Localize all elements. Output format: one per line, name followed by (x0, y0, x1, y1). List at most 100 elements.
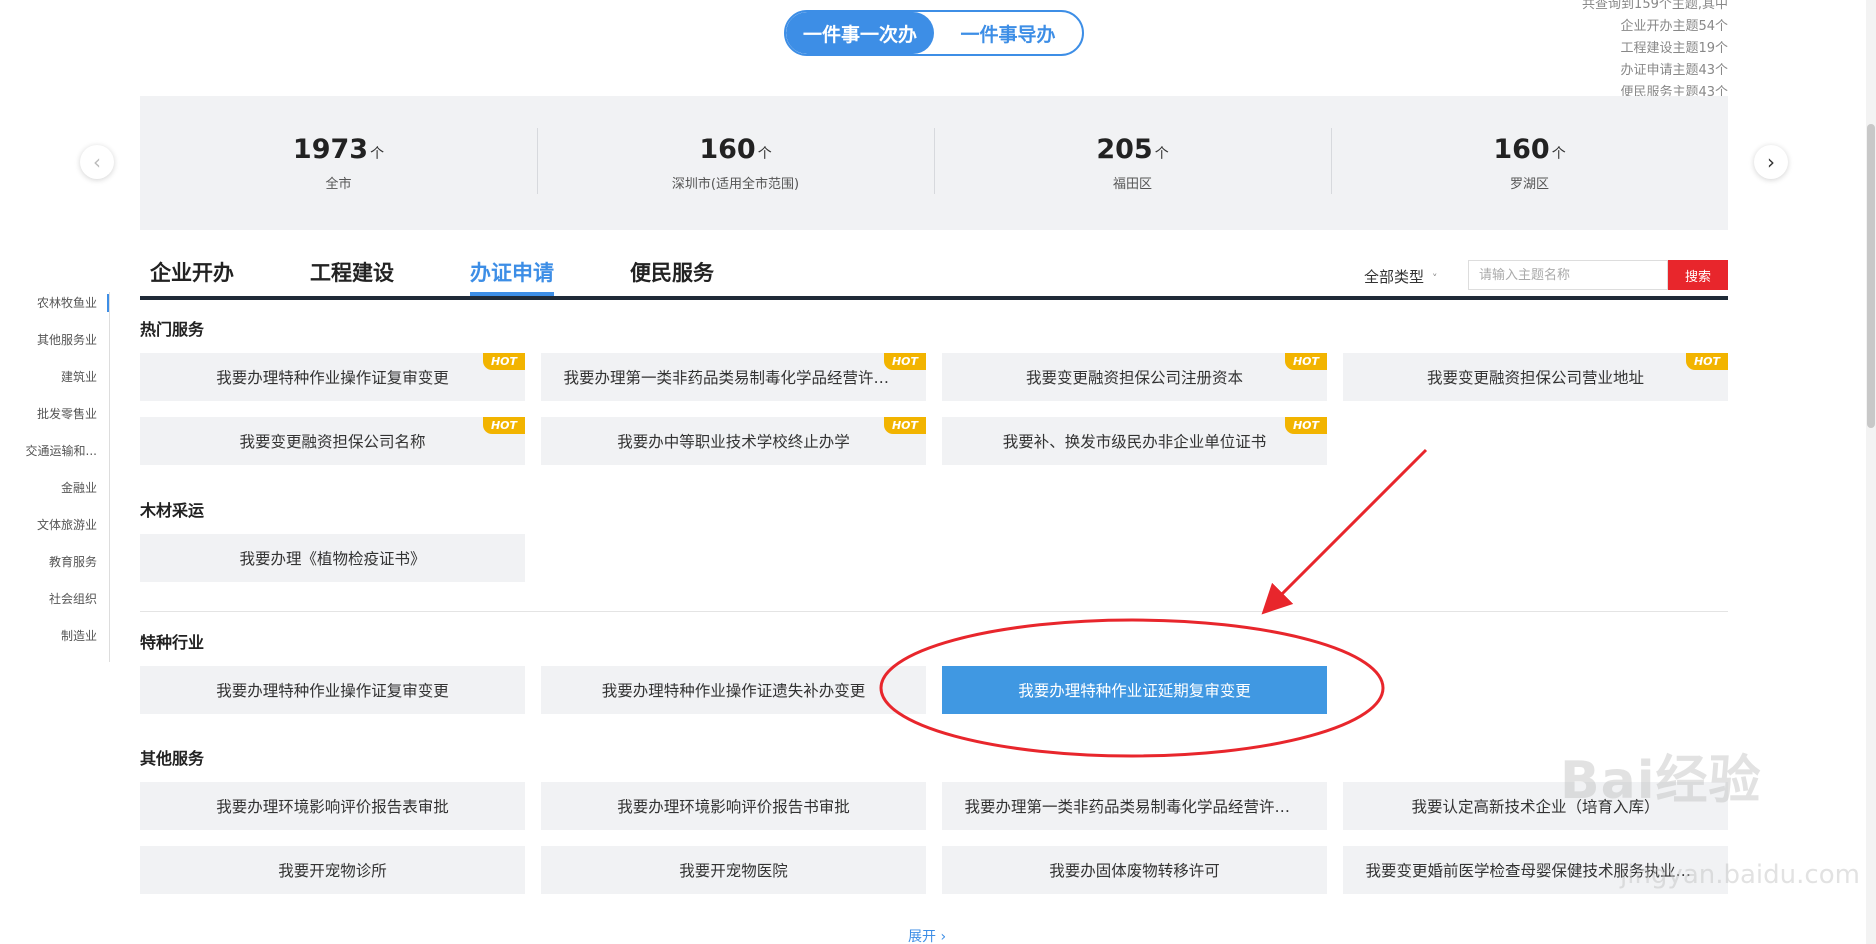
service-card-selected[interactable]: 我要办理特种作业证延期复审变更 (942, 666, 1327, 714)
toggle-guided[interactable]: 一件事导办 (934, 12, 1082, 54)
hot-badge: HOT (482, 417, 525, 434)
sidebar-item[interactable]: 其他服务业 (0, 329, 109, 366)
stat-label: 福田区 (1112, 177, 1152, 192)
service-card[interactable]: 我要开宠物诊所 (140, 846, 525, 894)
section-title-special: 特种行业 (140, 633, 205, 652)
stat-count: 205 (1096, 134, 1153, 165)
card-label: 我要办中等职业技术学校终止办学 (617, 433, 850, 451)
sidebar-item[interactable]: 批发零售业 (0, 403, 109, 440)
service-card[interactable]: 我要办理《植物检疫证书》 (140, 534, 525, 582)
service-card[interactable]: 我要办固体废物转移许可 (942, 846, 1327, 894)
stat-unit: 个 (1551, 146, 1566, 162)
summary-line: 企业开办主题54个 (1620, 19, 1728, 34)
service-card[interactable]: 我要开宠物医院 (541, 846, 926, 894)
stat-item[interactable]: 205 个 福田区 (934, 128, 1331, 194)
search-button[interactable]: 搜索 (1668, 260, 1728, 290)
summary-line: 办证申请主题43个 (1620, 63, 1728, 78)
card-label: 我要办理环境影响评价报告书审批 (617, 798, 850, 816)
industry-sidebar: 农林牧鱼业 其他服务业 建筑业 批发零售业 交通运输和... 金融业 文体旅游业… (0, 292, 110, 662)
service-card[interactable]: 我要办理环境影响评价报告表审批 (140, 782, 525, 830)
service-card[interactable]: 我要补、换发市级民办非企业单位证书 HOT (942, 417, 1327, 465)
card-label: 我要开宠物医院 (679, 862, 788, 880)
annotation-arrow (1261, 448, 1428, 615)
stat-item[interactable]: 160 个 罗湖区 (1331, 128, 1728, 194)
service-card[interactable]: 我要变更融资担保公司名称 HOT (140, 417, 525, 465)
sidebar-item[interactable]: 文体旅游业 (0, 514, 109, 551)
service-card[interactable]: 我要办理环境影响评价报告书审批 (541, 782, 926, 830)
card-label: 我要补、换发市级民办非企业单位证书 (1002, 433, 1267, 451)
service-card[interactable]: 我要办中等职业技术学校终止办学 HOT (541, 417, 926, 465)
sidebar-item[interactable]: 社会组织 (0, 588, 109, 625)
card-label: 我要办理特种作业证延期复审变更 (1018, 682, 1251, 700)
stat-label: 罗湖区 (1509, 177, 1549, 192)
topic-search-input[interactable] (1468, 260, 1668, 290)
baidu-watermark-logo: Bai经验 (1560, 751, 1762, 811)
service-card[interactable]: 我要办理第一类非药品类易制毒化学品经营许可证 (942, 782, 1327, 830)
topic-summary: 共查询到159个主题,其中 企业开办主题54个 工程建设主题19个 办证申请主题… (1582, 0, 1728, 104)
card-label: 我要办理《植物检疫证书》 (239, 550, 426, 568)
card-label: 我要开宠物诊所 (278, 862, 387, 880)
stat-unit: 个 (1154, 146, 1169, 162)
stats-panel: 1973 个 全市 160 个 深圳市(适用全市范围) 205 个 福田区 160 个 … (140, 96, 1728, 230)
next-arrow-icon[interactable]: › (1754, 145, 1788, 179)
prev-arrow-icon[interactable]: ‹ (80, 145, 114, 179)
tab-public-service[interactable]: 便民服务 (630, 258, 714, 296)
card-label: 我要变更融资担保公司营业地址 (1426, 369, 1644, 387)
section-title-other: 其他服务 (140, 749, 205, 768)
service-card[interactable]: 我要办理特种作业操作证复审变更 (140, 666, 525, 714)
hot-badge: HOT (482, 353, 525, 370)
stat-count: 160 (699, 134, 756, 165)
hot-badge: HOT (883, 417, 926, 434)
stat-unit: 个 (370, 146, 385, 162)
service-card[interactable]: 我要变更融资担保公司营业地址 HOT (1343, 353, 1728, 401)
tab-license-application[interactable]: 办证申请 (470, 258, 554, 296)
baidu-watermark-url: jingyan.baidu.com (1620, 860, 1860, 890)
card-label: 我要变更融资担保公司注册资本 (1025, 369, 1243, 387)
service-card[interactable]: 我要办理特种作业操作证遗失补办变更 (541, 666, 926, 714)
tab-business-startup[interactable]: 企业开办 (150, 258, 234, 296)
chevron-down-icon: ˅ (1432, 272, 1438, 285)
expand-link[interactable]: 展开 › (908, 926, 946, 944)
stat-label: 全市 (325, 177, 352, 192)
sidebar-item[interactable]: 制造业 (0, 625, 109, 662)
service-card[interactable]: 我要办理特种作业操作证复审变更 HOT (140, 353, 525, 401)
scrollbar-thumb[interactable] (1867, 124, 1875, 428)
sidebar-item[interactable]: 建筑业 (0, 366, 109, 403)
service-card[interactable]: 我要变更融资担保公司注册资本 HOT (942, 353, 1327, 401)
stat-count: 1973 (292, 134, 369, 165)
card-label: 我要办固体废物转移许可 (1049, 862, 1220, 880)
hot-badge: HOT (1284, 353, 1327, 370)
stat-item[interactable]: 160 个 深圳市(适用全市范围) (537, 128, 934, 194)
stat-count: 160 (1493, 134, 1550, 165)
summary-line: 共查询到159个主题,其中 (1582, 0, 1728, 12)
page-scrollbar[interactable] (1866, 0, 1876, 944)
mode-toggle: 一件事一次办 一件事导办 (784, 10, 1084, 56)
summary-line: 工程建设主题19个 (1620, 41, 1728, 56)
stat-label: 深圳市(适用全市范围) (671, 177, 800, 192)
category-tabs: 企业开办 工程建设 办证申请 便民服务 全部类型 ˅ 搜索 (140, 258, 1728, 300)
hot-badge: HOT (883, 353, 926, 370)
card-label: 我要变更融资担保公司名称 (239, 433, 426, 451)
toggle-one-time[interactable]: 一件事一次办 (786, 12, 934, 54)
sidebar-item[interactable]: 农林牧鱼业 (0, 292, 109, 329)
hot-badge: HOT (1284, 417, 1327, 434)
card-label: 我要办理第一类非药品类易制毒化学品经营许可证 (964, 798, 1305, 816)
type-filter-dropdown[interactable]: 全部类型 ˅ (1364, 266, 1438, 287)
card-label: 我要办理特种作业操作证复审变更 (216, 369, 449, 387)
hot-badge: HOT (1685, 353, 1728, 370)
section-divider (140, 611, 1728, 612)
filter-label: 全部类型 (1364, 268, 1425, 286)
stat-unit: 个 (757, 146, 772, 162)
section-title-hot: 热门服务 (140, 320, 205, 339)
sidebar-item[interactable]: 教育服务 (0, 551, 109, 588)
card-label: 我要办理环境影响评价报告表审批 (216, 798, 449, 816)
sidebar-item[interactable]: 金融业 (0, 477, 109, 514)
stat-item[interactable]: 1973 个 全市 (140, 134, 537, 192)
card-label: 我要办理特种作业操作证复审变更 (216, 682, 449, 700)
card-label: 我要办理特种作业操作证遗失补办变更 (601, 682, 866, 700)
sidebar-item[interactable]: 交通运输和... (0, 440, 109, 477)
card-label: 我要办理第一类非药品类易制毒化学品经营许可证 (563, 369, 904, 387)
section-title-timber: 木材采运 (140, 501, 205, 520)
tab-construction[interactable]: 工程建设 (310, 258, 394, 296)
service-card[interactable]: 我要办理第一类非药品类易制毒化学品经营许可证 HOT (541, 353, 926, 401)
